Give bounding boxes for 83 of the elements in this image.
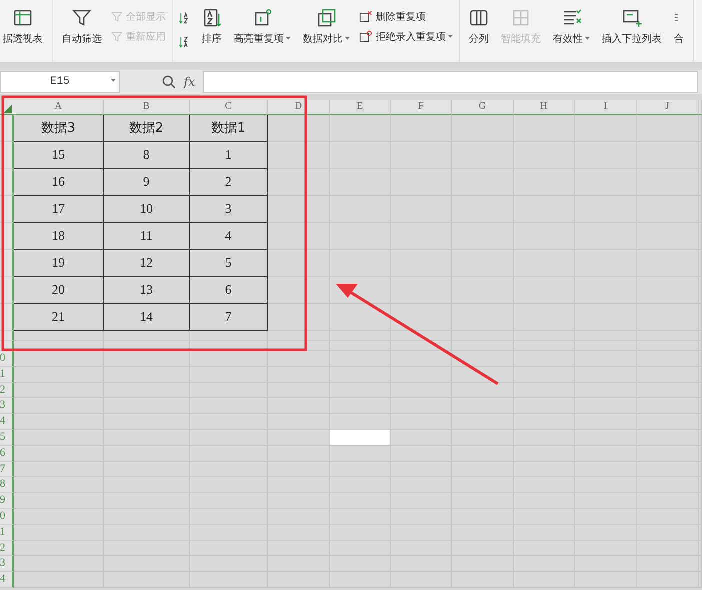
table-cell: 20 [14,277,104,304]
column-header[interactable]: J [637,100,699,115]
table-cell: 5 [190,250,268,277]
table-cell: 9 [104,169,190,196]
caret-icon [448,35,453,39]
filter-icon [72,8,92,28]
column-header[interactable]: G [452,100,514,115]
table-cell: 13 [104,277,190,304]
formula-input[interactable] [203,71,698,93]
compare-icon [316,8,336,28]
search-icon[interactable] [162,75,176,89]
ribbon-button[interactable]: 插入下拉列表 [599,4,665,62]
table-cell: 2 [190,169,268,196]
header-cell: 数据3 [14,115,104,142]
column-header[interactable]: H [514,100,575,115]
selected-cell[interactable] [330,430,391,446]
header-cell: 数据1 [190,115,268,142]
ribbon-button[interactable]: 分列 [466,4,492,62]
column-header[interactable]: B [104,100,190,115]
fill-icon [511,8,531,28]
row-header[interactable]: 1 [0,524,14,541]
split-columns-icon [469,8,489,28]
ribbon-button[interactable]: 排序 [199,4,225,62]
header-cell: 数据2 [104,115,190,142]
filter-icon [111,31,123,43]
fx-label[interactable]: fx [184,75,196,89]
ribbon-button[interactable]: 合 [671,4,687,62]
table-cell: 6 [190,277,268,304]
table-cell: 16 [14,169,104,196]
reject-duplicates-icon [359,30,373,44]
table-cell: 15 [14,142,104,169]
table-cell: 19 [14,250,104,277]
sort-icon [202,8,222,28]
row-header[interactable]: 3 [0,398,14,414]
table-cell: 3 [190,196,268,223]
ribbon-button[interactable]: 据透视表 [0,4,46,62]
table-cell: 12 [104,250,190,277]
caret-icon [111,79,116,83]
table-cell: 4 [190,223,268,250]
table-cell: 17 [14,196,104,223]
table-cell: 8 [104,142,190,169]
column-header[interactable]: D [268,100,330,115]
caret-icon [345,37,350,41]
dropdown-list-icon [622,8,642,28]
table-cell: 7 [190,304,268,331]
row-header[interactable]: 2 [0,382,14,398]
row-header[interactable]: 6 [0,446,14,462]
corner-triangle-icon [4,105,12,113]
ribbon-button[interactable]: 删除重复项 [359,10,453,24]
name-box[interactable]: E15 [0,71,120,93]
highlight-icon [252,8,272,28]
table-cell: 14 [104,304,190,331]
row-header[interactable]: 0 [0,351,14,367]
row-header[interactable]: 0 [0,508,14,525]
caret-icon [585,37,590,41]
column-header[interactable]: A [14,100,104,115]
column-header[interactable]: C [190,100,268,115]
row-header[interactable]: 4 [0,414,14,430]
filter-icon [111,11,123,23]
column-header[interactable]: E [330,100,391,115]
row-header[interactable]: 1 [0,366,14,383]
table-cell: 18 [14,223,104,250]
ribbon-button[interactable]: 自动筛选 [59,4,105,62]
row-header[interactable]: 2 [0,540,14,556]
row-header[interactable]: 7 [0,462,14,478]
ribbon-button[interactable]: 有效性 [550,4,593,62]
table-cell: 21 [14,304,104,331]
caret-icon [286,37,291,41]
row-header[interactable]: 4 [0,572,14,588]
row-header[interactable]: 3 [0,556,14,572]
row-header[interactable]: 8 [0,477,14,494]
ribbon-button[interactable]: 拒绝录入重复项 [359,30,453,44]
column-header[interactable]: I [575,100,637,115]
table-cell: 1 [190,142,268,169]
remove-duplicates-icon [359,10,373,24]
ribbon-button[interactable]: 高亮重复项 [231,4,294,62]
table-cell: 11 [104,223,190,250]
column-header[interactable]: F [391,100,452,115]
table-icon [13,8,33,28]
row-header[interactable]: 9 [0,493,14,509]
ribbon-button[interactable]: 数据对比 [300,4,353,62]
table-cell: 10 [104,196,190,223]
row-header[interactable]: 5 [0,430,14,446]
